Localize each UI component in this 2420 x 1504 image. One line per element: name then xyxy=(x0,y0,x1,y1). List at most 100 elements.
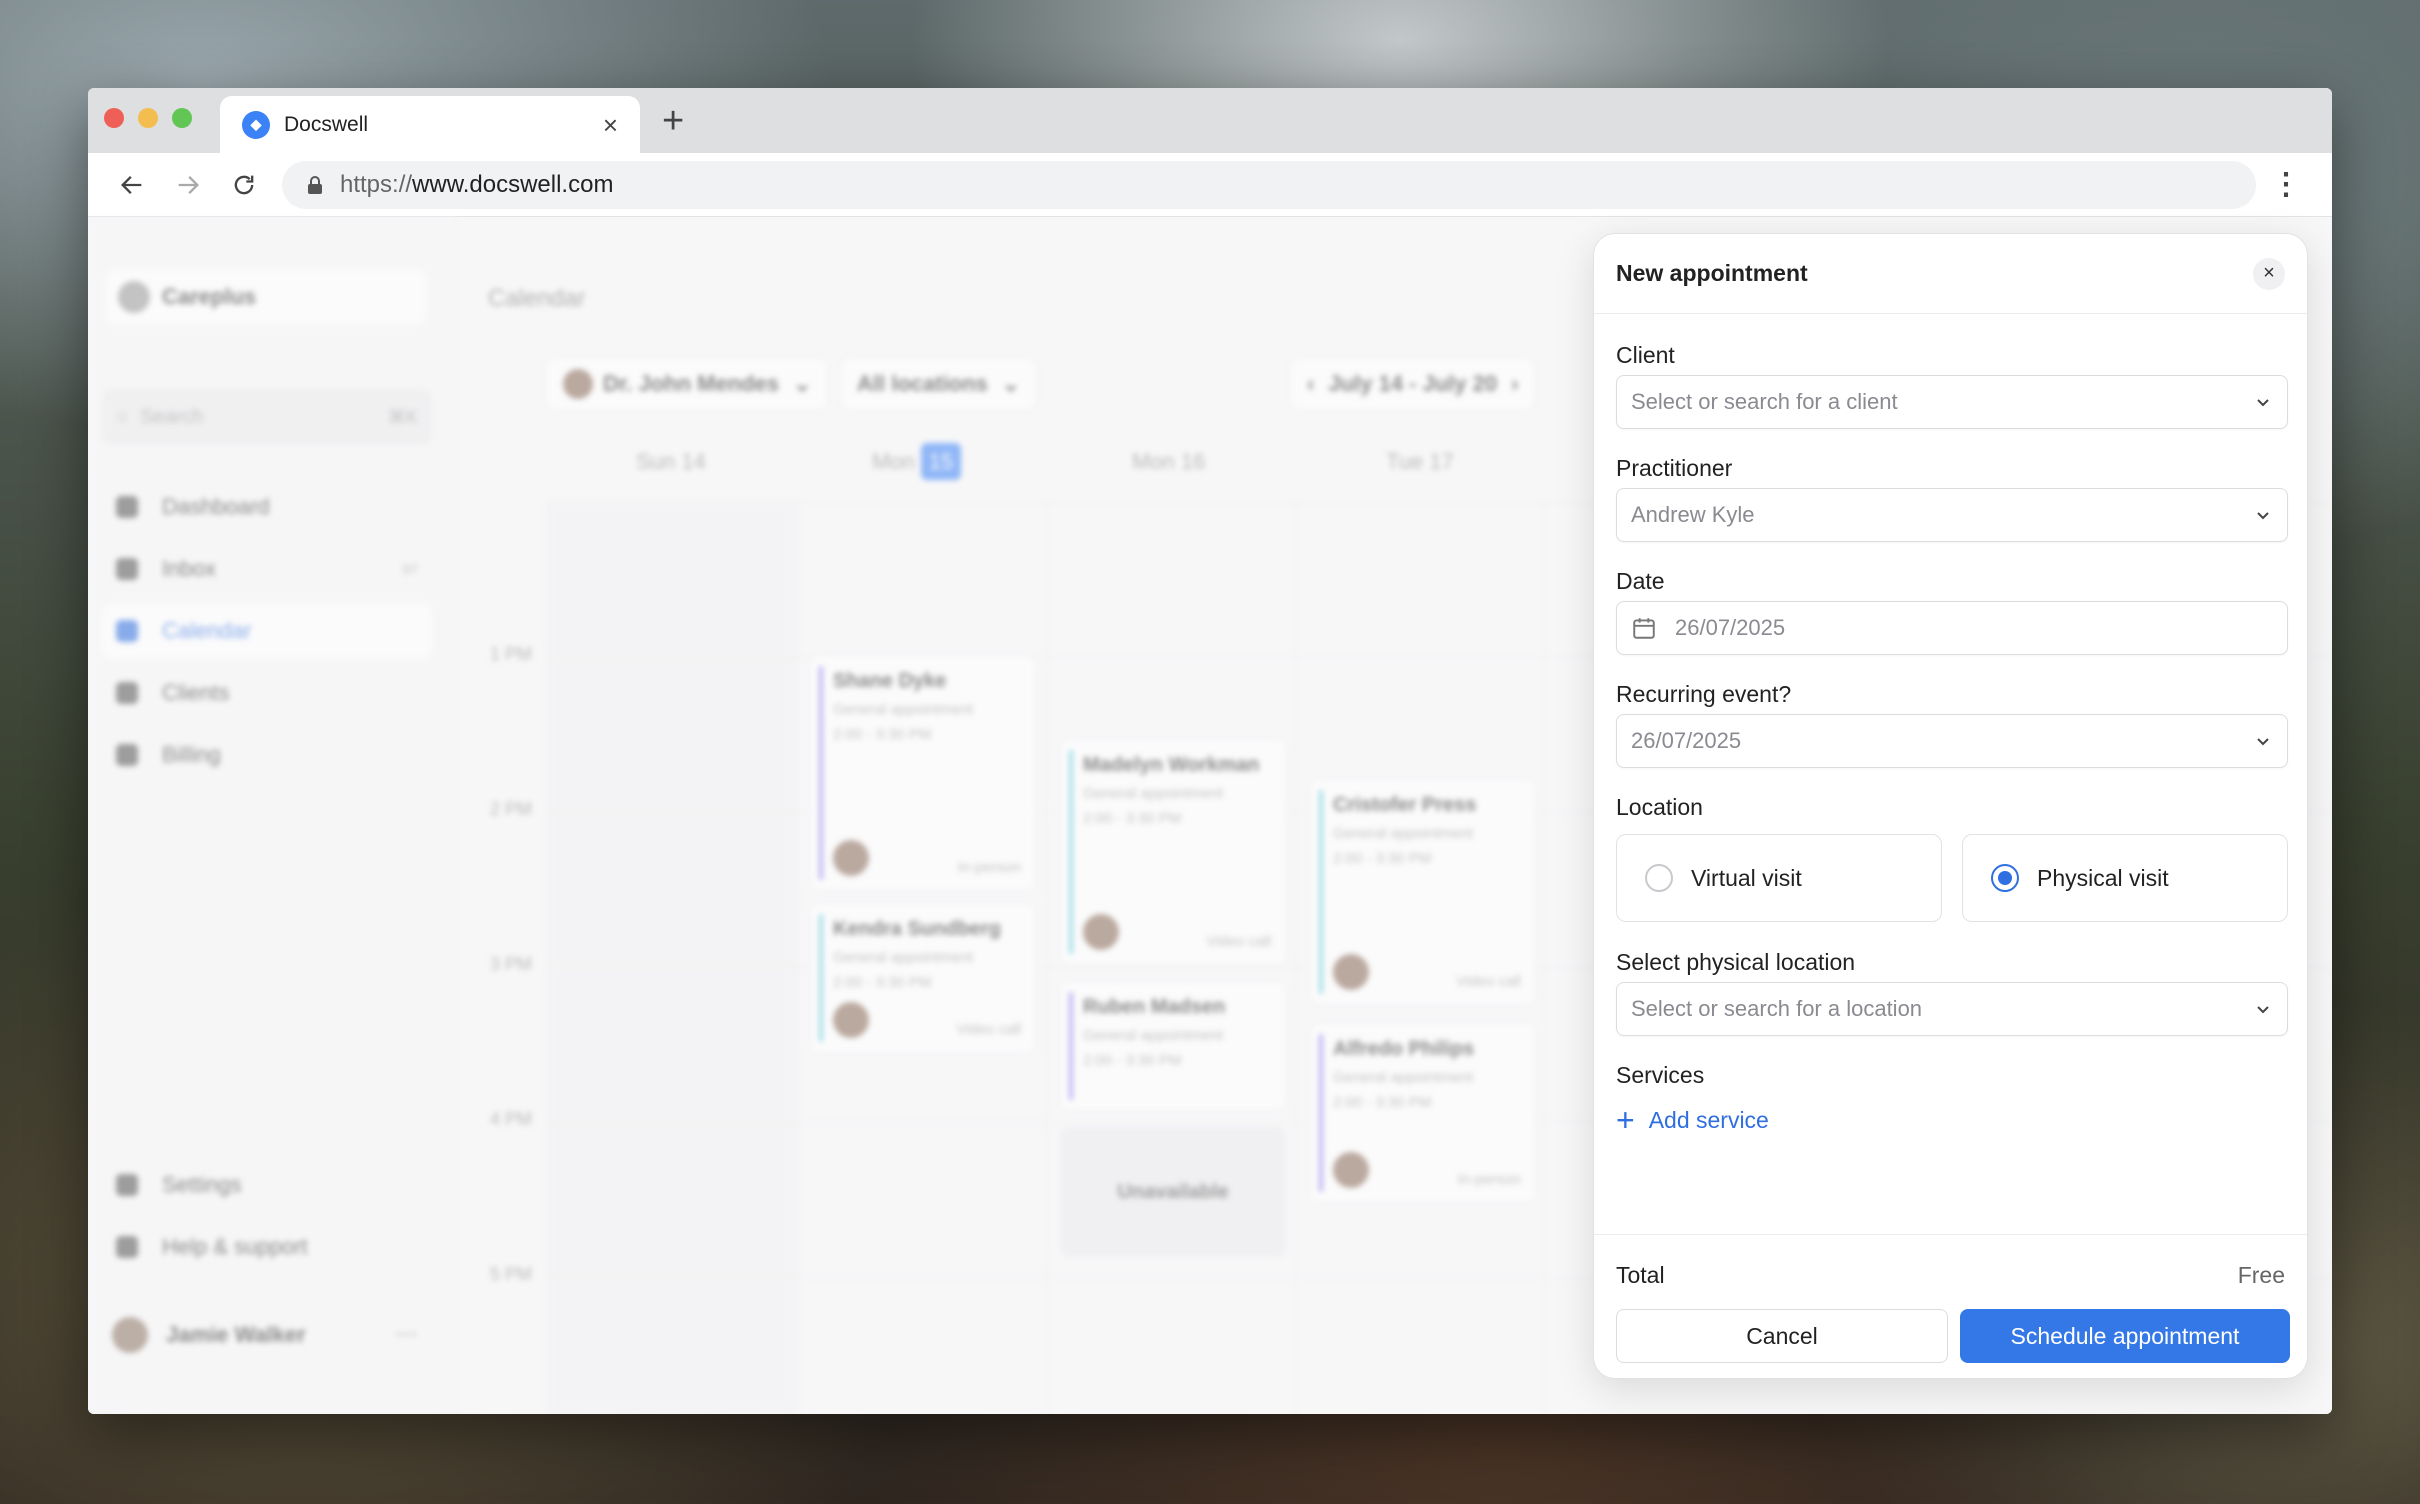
sidebar-item-help[interactable]: Help & support xyxy=(102,1219,432,1275)
chevron-left-icon[interactable]: ‹ xyxy=(1307,371,1314,397)
appointment-card[interactable]: Madelyn Workman General appointment 2:00… xyxy=(1060,739,1286,965)
modal-footer: Total Free Cancel Schedule appointment xyxy=(1594,1234,2307,1363)
cancel-button[interactable]: Cancel xyxy=(1616,1309,1948,1363)
sidebar: Careplus ○ Search ⌘K Dashboard Inbox 97 C… xyxy=(88,217,456,1414)
sidebar-search[interactable]: ○ Search ⌘K xyxy=(102,389,432,445)
physical-location-label: Select physical location xyxy=(1616,949,1856,975)
home-icon xyxy=(116,496,138,518)
date-range-picker[interactable]: ‹ July 14 - July 20 › xyxy=(1290,357,1536,411)
total-label: Total xyxy=(1616,1262,1665,1288)
sidebar-nav: Dashboard Inbox 97 Calendar Clients Billi… xyxy=(102,479,432,789)
appointment-mode: In-person xyxy=(957,859,1021,876)
physical-visit-option[interactable]: Physical visit xyxy=(1962,834,2288,922)
avatar xyxy=(112,1317,148,1353)
chevron-down-icon: ⌄ xyxy=(793,371,812,396)
chevron-down-icon: ⌄ xyxy=(1001,371,1021,396)
forward-button[interactable] xyxy=(160,171,216,199)
appointment-card[interactable]: Shane Dyke General appointment 2:00 - 3:… xyxy=(810,655,1036,891)
appointment-mode: Video call xyxy=(956,1021,1021,1038)
appointment-client: Madelyn Workman xyxy=(1083,754,1260,776)
reload-icon xyxy=(234,175,254,194)
org-name: Careplus xyxy=(162,284,257,309)
appointment-card[interactable]: Ruben Madsen General appointment 2:00 - … xyxy=(1060,981,1286,1111)
appointment-time: 2:00 - 3:30 PM xyxy=(1083,810,1182,827)
appointment-mode: In-person xyxy=(1457,1171,1521,1188)
address-bar[interactable]: https://www.docswell.com xyxy=(282,160,2256,209)
appointment-card[interactable]: Kendra Sundberg General appointment 2:00… xyxy=(810,903,1036,1053)
back-button[interactable] xyxy=(104,171,160,199)
url-host: www.docswell.com xyxy=(412,170,614,198)
location-filter-label: All locations xyxy=(857,371,988,396)
practitioner-select[interactable]: Andrew Kyle xyxy=(1616,488,2288,542)
day-header: Sun 14 xyxy=(636,449,706,474)
radio-button[interactable] xyxy=(1645,864,1673,892)
recurring-select[interactable]: 26/07/2025 xyxy=(1616,714,2288,768)
appointment-type: General appointment xyxy=(833,701,974,718)
practitioner-filter[interactable]: Dr. John Mendes ⌄ xyxy=(546,357,829,411)
maximize-window-button[interactable] xyxy=(172,108,192,128)
sidebar-item-dashboard[interactable]: Dashboard xyxy=(102,479,432,535)
sidebar-bottom-nav: Settings Help & support xyxy=(102,1157,432,1281)
client-select[interactable]: Select or search for a client xyxy=(1616,375,2288,429)
radio-button-selected[interactable] xyxy=(1991,864,2019,892)
date-field[interactable]: 26/07/2025 xyxy=(1616,601,2288,655)
calendar-icon xyxy=(116,620,138,642)
day-label: Mon xyxy=(872,449,915,474)
services-label: Services xyxy=(1616,1062,1705,1088)
sidebar-item-label: Inbox xyxy=(162,556,216,581)
sidebar-item-settings[interactable]: Settings xyxy=(102,1157,432,1213)
practitioner-label: Practitioner xyxy=(1616,455,1733,481)
close-window-button[interactable] xyxy=(104,108,124,128)
appointment-type: General appointment xyxy=(1333,1069,1474,1086)
add-service-button[interactable]: + Add service xyxy=(1616,1104,1769,1136)
sidebar-item-clients[interactable]: Clients xyxy=(102,665,432,721)
sidebar-item-calendar[interactable]: Calendar xyxy=(102,603,432,659)
date-label: Date xyxy=(1616,568,1665,594)
physical-location-placeholder: Select or search for a location xyxy=(1631,996,1923,1021)
browser-tab[interactable]: ◆ Docswell × xyxy=(220,96,640,153)
close-tab-icon[interactable]: × xyxy=(603,112,618,138)
appointment-mode: Video call xyxy=(1456,973,1521,990)
org-switcher[interactable]: Careplus xyxy=(106,269,426,325)
time-label: 3 PM xyxy=(490,954,533,974)
avatar xyxy=(833,1002,869,1038)
time-label: 4 PM xyxy=(490,1109,533,1129)
client-label: Client xyxy=(1616,342,1675,368)
user-name: Jamie Walker xyxy=(166,1322,306,1347)
sidebar-item-billing[interactable]: Billing xyxy=(102,727,432,783)
new-appointment-modal: New appointment × Client Select or searc… xyxy=(1593,233,2308,1379)
chevron-down-icon xyxy=(2257,512,2269,520)
appointment-time: 2:00 - 3:30 PM xyxy=(833,974,932,991)
appointment-card[interactable]: Alfredo Philips General appointment 2:00… xyxy=(1310,1023,1536,1203)
sidebar-item-inbox[interactable]: Inbox 97 xyxy=(102,541,432,597)
more-icon[interactable]: ··· xyxy=(396,1322,418,1348)
day-header-today: Mon 15 xyxy=(872,443,962,480)
calendar-icon xyxy=(1633,618,1655,639)
recurring-label: Recurring event? xyxy=(1616,681,1792,707)
day-header: Tue 17 xyxy=(1386,449,1454,474)
date-range-label: July 14 - July 20 xyxy=(1328,371,1498,396)
minimize-window-button[interactable] xyxy=(138,108,158,128)
avatar xyxy=(833,840,869,876)
virtual-visit-option[interactable]: Virtual visit xyxy=(1616,834,1942,922)
physical-location-select[interactable]: Select or search for a location xyxy=(1616,982,2288,1036)
new-tab-button[interactable]: + xyxy=(662,100,684,143)
schedule-appointment-button[interactable]: Schedule appointment xyxy=(1960,1309,2290,1363)
tab-title: Docswell xyxy=(284,112,369,136)
close-icon[interactable]: × xyxy=(2253,257,2285,290)
modal-header: New appointment × xyxy=(1594,234,2307,314)
appointment-card[interactable]: Cristofer Press General appointment 2:00… xyxy=(1310,779,1536,1005)
sidebar-item-label: Calendar xyxy=(162,618,252,643)
appointment-type: General appointment xyxy=(1333,825,1474,842)
chevron-right-icon[interactable]: › xyxy=(1511,371,1518,397)
back-arrow-icon xyxy=(121,175,142,194)
location-filter[interactable]: All locations ⌄ xyxy=(840,357,1038,411)
modal-title: New appointment xyxy=(1616,260,1808,286)
chevron-down-icon xyxy=(2257,399,2269,407)
gear-icon xyxy=(116,1174,138,1196)
user-profile[interactable]: Jamie Walker ··· xyxy=(112,1317,418,1353)
location-label: Location xyxy=(1616,794,1703,820)
browser-menu-icon[interactable]: ⋮ xyxy=(2256,167,2316,202)
reload-button[interactable] xyxy=(216,171,272,199)
appointment-time: 2:00 - 3:30 PM xyxy=(1333,850,1432,867)
